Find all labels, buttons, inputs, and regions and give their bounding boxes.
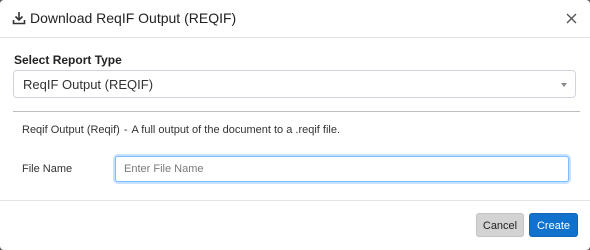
report-description-separator: -: [123, 124, 128, 136]
divider: [13, 111, 580, 112]
report-description: Reqif Output (Reqif) - A full output of th…: [22, 124, 340, 136]
file-name-input[interactable]: [115, 156, 569, 182]
report-type-select[interactable]: ReqIF Output (REQIF): [13, 70, 576, 98]
report-type-label: Select Report Type: [14, 53, 122, 67]
chevron-down-icon: [561, 83, 567, 87]
file-name-label: File Name: [22, 163, 73, 175]
create-button[interactable]: Create: [529, 213, 578, 237]
download-dialog: Download ReqIF Output (REQIF) Select Rep…: [0, 0, 590, 250]
report-description-name: Reqif Output (Reqif): [22, 124, 120, 136]
report-type-selected-value: ReqIF Output (REQIF): [23, 77, 154, 92]
report-description-text: A full output of the document to a .reqi…: [131, 124, 341, 136]
close-icon[interactable]: [565, 12, 578, 25]
download-icon: [12, 12, 26, 25]
cancel-button[interactable]: Cancel: [476, 213, 524, 237]
dialog-title: Download ReqIF Output (REQIF): [30, 10, 237, 26]
dialog-header: Download ReqIF Output (REQIF): [0, 0, 590, 38]
